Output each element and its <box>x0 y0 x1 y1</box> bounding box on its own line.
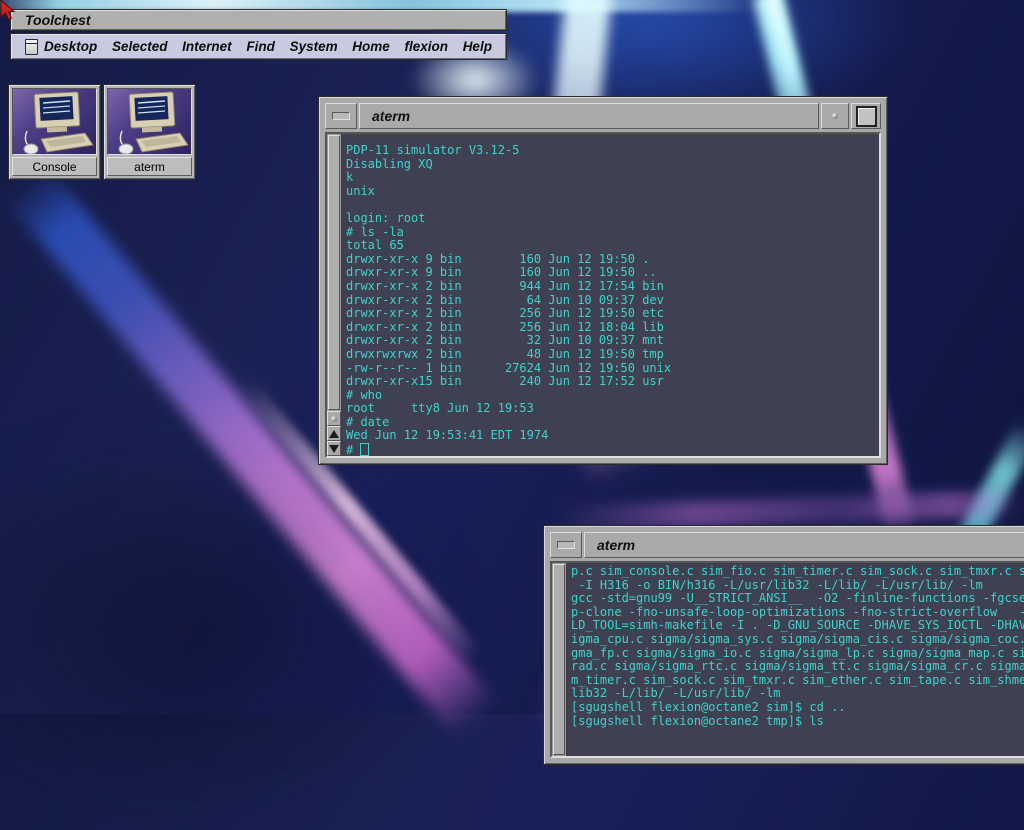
terminal2-screen[interactable]: p.c sim_console.c sim_fio.c sim_timer.c … <box>550 561 1024 758</box>
toolchest-chest-icon[interactable] <box>25 39 38 55</box>
icon-label: aterm <box>107 157 192 176</box>
terminal-line: PDP-11 simulator V3.12-5 <box>346 144 877 158</box>
terminal-line: root tty8 Jun 12 19:53 <box>346 402 877 416</box>
terminal-window-1: aterm PDP-11 simulator V3.12-5Disabling … <box>318 96 888 465</box>
terminal-line: rad.c sigma/sigma_rtc.c sigma/sigma_tt.c… <box>571 660 1024 674</box>
maximize-button[interactable] <box>851 103 881 129</box>
minimize-icon <box>332 112 350 120</box>
terminal-line: [sgugshell flexion@octane2 sim]$ cd .. <box>571 701 1024 715</box>
terminal2-output: p.c sim_console.c sim_fio.c sim_timer.c … <box>567 563 1024 756</box>
terminal-line: Wed Jun 12 19:53:41 EDT 1974 <box>346 429 877 443</box>
terminal-line: drwxrwxrwx 2 bin 48 Jun 12 19:50 tmp <box>346 348 877 362</box>
toolchest-title: Toolchest <box>25 12 91 28</box>
terminal-line: unix <box>346 185 877 199</box>
terminal-line: k <box>346 171 877 185</box>
terminal-line: total 65 <box>346 239 877 253</box>
terminal-line: -rw-r--r-- 1 bin 27624 Jun 12 19:50 unix <box>346 362 877 376</box>
text-cursor <box>360 443 369 456</box>
computer-icon <box>107 88 192 155</box>
terminal-line: drwxr-xr-x 2 bin 32 Jun 10 09:37 mnt <box>346 334 877 348</box>
desktop-icon-aterm[interactable]: aterm <box>103 84 196 180</box>
minimize-button[interactable] <box>550 532 582 558</box>
terminal2-titlebar[interactable]: aterm <box>550 532 1024 558</box>
terminal-line: drwxr-xr-x 2 bin 256 Jun 12 18:04 lib <box>346 321 877 335</box>
terminal-line: # who <box>346 389 877 403</box>
toolchest-menu-item[interactable]: Find <box>246 39 275 54</box>
terminal1-titlebar[interactable]: aterm <box>325 103 881 129</box>
terminal-line: [sgugshell flexion@octane2 tmp]$ ls <box>571 715 1024 729</box>
terminal-line: m_timer.c sim_sock.c sim_tmxr.c sim_ethe… <box>571 674 1024 688</box>
terminal1-screen[interactable]: PDP-11 simulator V3.12-5Disabling XQkuni… <box>325 132 881 458</box>
window-title: aterm <box>584 532 1024 558</box>
terminal-window-2: aterm p.c sim_console.c sim_fio.c sim_ti… <box>543 525 1024 765</box>
terminal1-scrollbar[interactable] <box>327 134 342 456</box>
background-dark-corner <box>0 430 460 830</box>
toolchest-menu-items: Desktop Selected Internet Find System Homefle… <box>44 39 492 54</box>
terminal-line: drwxr-xr-x 9 bin 160 Jun 12 19:50 . <box>346 253 877 267</box>
toolchest-menu-item[interactable]: Desktop <box>44 39 97 54</box>
terminal1-output: PDP-11 simulator V3.12-5Disabling XQkuni… <box>342 134 879 456</box>
terminal-line: # date <box>346 416 877 430</box>
terminal-line: gcc -std=gnu99 -U__STRICT_ANSI__ -O2 -fi… <box>571 592 1024 606</box>
toolchest-menu-item[interactable]: Home <box>352 39 390 54</box>
terminal-line: drwxr-xr-x 2 bin 944 Jun 12 17:54 bin <box>346 280 877 294</box>
terminal-line: -I H316 -o BIN/h316 -L/usr/lib32 -L/lib/… <box>571 579 1024 593</box>
minimize-icon <box>557 541 575 549</box>
terminal-line: gma_fp.c sigma/sigma_io.c sigma/sigma_lp… <box>571 647 1024 661</box>
terminal-line: p.c sim_console.c sim_fio.c sim_timer.c … <box>571 565 1024 579</box>
scrollbar-thumb[interactable] <box>553 564 565 755</box>
dimple-icon <box>331 416 337 422</box>
toolchest-menu-item[interactable]: Help <box>463 39 492 54</box>
computer-icon <box>12 88 97 155</box>
terminal-line: Disabling XQ <box>346 158 877 172</box>
toolchest-menu-item[interactable]: flexion <box>404 39 448 54</box>
terminal-line: lib32 -L/lib/ -L/usr/lib/ -lm <box>571 687 1024 701</box>
arrow-down-icon <box>329 445 339 453</box>
scrollbar-dimple-button[interactable] <box>327 411 341 426</box>
toolchest-menu-item[interactable]: Selected <box>112 39 168 54</box>
terminal-prompt-line: # <box>346 443 877 456</box>
terminal-line: drwxr-xr-x 2 bin 64 Jun 10 09:37 dev <box>346 294 877 308</box>
terminal-line: drwxr-xr-x 9 bin 160 Jun 12 19:50 .. <box>346 266 877 280</box>
terminal-line: # ls -la <box>346 226 877 240</box>
desktop-icon-console[interactable]: Console <box>8 84 101 180</box>
terminal-line: p-clone -fno-unsafe-loop-optimizations -… <box>571 606 1024 620</box>
arrow-up-icon <box>329 430 339 438</box>
titlebar-dot-button[interactable] <box>821 103 849 129</box>
terminal-line <box>346 198 877 212</box>
scrollbar-thumb[interactable] <box>328 135 340 410</box>
terminal-line: LD_TOOL=simh-makefile -I . -D_GNU_SOURCE… <box>571 619 1024 633</box>
terminal-line: igma_cpu.c sigma/sigma_sys.c sigma/sigma… <box>571 633 1024 647</box>
toolchest-menu-item[interactable]: System <box>290 39 338 54</box>
terminal-line: drwxr-xr-x15 bin 240 Jun 12 17:52 usr <box>346 375 877 389</box>
mouse-pointer-icon <box>0 0 18 24</box>
icon-label: Console <box>12 157 97 176</box>
terminal-line: drwxr-xr-x 2 bin 256 Jun 12 19:50 etc <box>346 307 877 321</box>
dot-icon <box>832 113 838 119</box>
window-title: aterm <box>359 103 819 129</box>
minimize-button[interactable] <box>325 103 357 129</box>
desktop: { "toolchest": { "title": "Toolchest", "… <box>0 0 1024 714</box>
toolchest-menubar: Desktop Selected Internet Find System Homefle… <box>10 33 507 60</box>
scroll-down-button[interactable] <box>327 441 341 456</box>
terminal2-scrollbar[interactable] <box>552 563 567 756</box>
terminal-line: login: root <box>346 212 877 226</box>
maximize-icon <box>856 106 877 127</box>
toolchest-titlebar[interactable]: Toolchest <box>10 9 507 31</box>
toolchest-menu-item[interactable]: Internet <box>182 39 232 54</box>
scroll-up-button[interactable] <box>327 426 341 441</box>
